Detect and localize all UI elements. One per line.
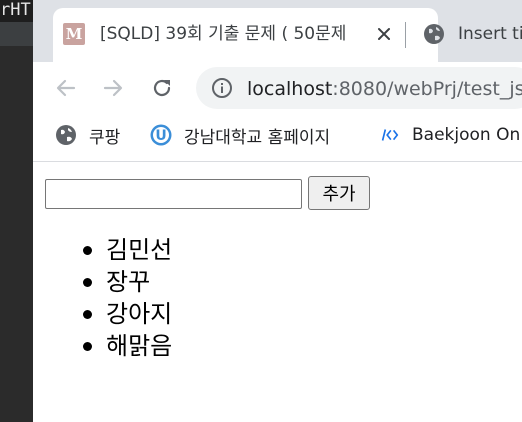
globe-icon: [423, 23, 445, 45]
globe-icon: [55, 124, 77, 146]
forward-arrow-icon[interactable]: [97, 72, 129, 104]
editor-strip: rHT: [0, 0, 34, 422]
bookmark-coupang[interactable]: 쿠팡: [55, 122, 120, 148]
address-bar[interactable]: localhost:8080/webPrj/test_js_: [196, 67, 522, 109]
editor-text-fragment: rHT: [0, 0, 31, 20]
page-content: 추가 김민선 장꾸 강아지 해맑음: [33, 162, 522, 422]
item-input[interactable]: [45, 179, 302, 209]
list-item: 해맑음: [33, 330, 172, 362]
bookmark-label: 강남대학교 홈페이지: [184, 127, 331, 148]
add-button[interactable]: 추가: [308, 176, 370, 210]
reload-icon[interactable]: [146, 72, 178, 104]
bullet-icon: [83, 342, 92, 351]
tab-title[interactable]: [SQLD] 39회 기출 문제 ( 50문제: [100, 21, 360, 47]
editor-tab-row: rHT: [0, 0, 33, 22]
svg-text:U: U: [155, 128, 166, 144]
list-item-text: 해맑음: [106, 332, 173, 360]
info-icon[interactable]: [211, 77, 233, 99]
list-item-text: 김민선: [106, 236, 173, 264]
list-item: 김민선: [33, 234, 172, 266]
list-item: 장꾸: [33, 266, 172, 298]
browser-toolbar: localhost:8080/webPrj/test_js_: [33, 62, 522, 114]
university-icon: U: [150, 124, 172, 146]
tab-favicon-icon: M: [63, 23, 85, 45]
editor-second-row: [0, 22, 33, 46]
list-item-text: 강아지: [106, 300, 173, 328]
tab-strip: M [SQLD] 39회 기출 문제 ( 50문제 Insert tit: [33, 0, 522, 62]
bullet-icon: [83, 310, 92, 319]
bookmark-label: 쿠팡: [89, 127, 121, 148]
code-icon: [378, 124, 400, 146]
tab-title-2[interactable]: Insert tit: [458, 21, 522, 47]
bookmarks-bar: 쿠팡 U 강남대학교 홈페이지 Baekjoon On: [33, 114, 522, 162]
url-host: localhost: [247, 78, 333, 100]
bullet-icon: [83, 278, 92, 287]
item-list: 김민선 장꾸 강아지 해맑음: [33, 234, 172, 362]
url-text[interactable]: localhost:8080/webPrj/test_js_: [247, 76, 522, 102]
url-path: :8080/webPrj/test_js_: [332, 78, 522, 100]
list-item-text: 장꾸: [106, 268, 151, 296]
list-item: 강아지: [33, 298, 172, 330]
back-arrow-icon[interactable]: [50, 72, 82, 104]
bookmark-kangnam[interactable]: U 강남대학교 홈페이지: [150, 122, 330, 148]
bookmark-baekjoon[interactable]: Baekjoon On: [378, 122, 520, 148]
bookmark-label: Baekjoon On: [412, 125, 521, 145]
tab-separator: [405, 22, 406, 48]
browser-window: M [SQLD] 39회 기출 문제 ( 50문제 Insert tit: [33, 0, 522, 422]
bullet-icon: [83, 246, 92, 255]
tab-close-icon[interactable]: [370, 20, 398, 48]
